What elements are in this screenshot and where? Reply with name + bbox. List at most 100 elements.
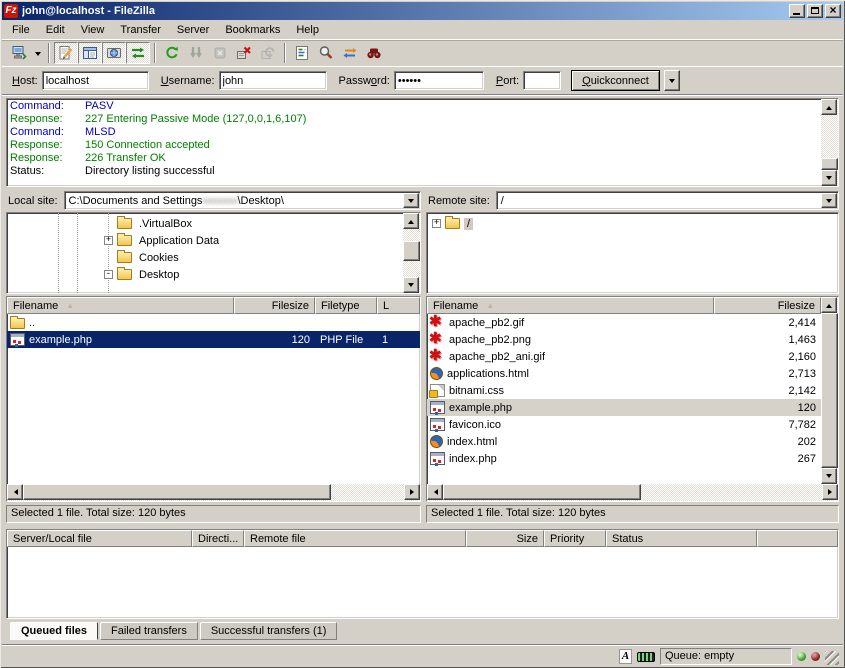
resize-grip[interactable] bbox=[825, 651, 839, 665]
site-manager-button[interactable] bbox=[7, 42, 31, 64]
file-row[interactable]: index.php 267 bbox=[427, 450, 821, 467]
scroll-down-button[interactable] bbox=[821, 468, 837, 484]
menu-item[interactable]: View bbox=[73, 22, 113, 38]
scroll-up-button[interactable] bbox=[821, 99, 837, 115]
toggle-message-log-button[interactable] bbox=[54, 42, 78, 64]
column-header-filesize[interactable]: Filesize bbox=[714, 297, 821, 314]
toggle-local-tree-button[interactable] bbox=[78, 42, 102, 64]
file-row[interactable]: .. bbox=[7, 314, 420, 331]
menu-item[interactable]: Transfer bbox=[112, 22, 169, 38]
refresh-button[interactable] bbox=[160, 42, 184, 64]
log-scrollbar[interactable] bbox=[821, 99, 838, 186]
tree-item[interactable]: + / bbox=[427, 215, 838, 232]
tree-item[interactable]: + Application Data bbox=[7, 232, 403, 249]
reconnect-button[interactable] bbox=[256, 42, 280, 64]
file-row[interactable]: example.php 120 bbox=[427, 399, 821, 416]
column-header-filesize[interactable]: Filesize bbox=[234, 297, 315, 314]
scroll-right-button[interactable] bbox=[404, 484, 420, 500]
find-files-button[interactable] bbox=[362, 42, 386, 64]
remote-list-header: Filename Filesize bbox=[427, 297, 821, 314]
directory-comparison-button[interactable] bbox=[314, 42, 338, 64]
scroll-down-button[interactable] bbox=[403, 277, 419, 293]
process-queue-button[interactable] bbox=[184, 42, 208, 64]
quickconnect-dropdown-button[interactable] bbox=[664, 70, 680, 91]
column-header-priority[interactable]: Priority bbox=[544, 530, 606, 547]
scroll-left-button[interactable] bbox=[7, 484, 23, 500]
minimize-button[interactable] bbox=[789, 4, 805, 18]
directory-listing-filters-button[interactable] bbox=[290, 42, 314, 64]
username-input[interactable] bbox=[219, 71, 327, 90]
toggle-transfer-queue-button[interactable] bbox=[126, 42, 150, 64]
quickconnect-button[interactable]: Quickconnect bbox=[571, 70, 660, 91]
file-type-icon bbox=[10, 333, 25, 346]
queue-tab[interactable]: Failed transfers bbox=[100, 622, 198, 640]
tree-expander[interactable]: + bbox=[432, 219, 441, 228]
tree-item[interactable]: .VirtualBox bbox=[7, 215, 403, 232]
scroll-right-button[interactable] bbox=[822, 484, 838, 500]
site-manager-dropdown-button[interactable] bbox=[31, 42, 44, 64]
folder-icon bbox=[117, 218, 132, 229]
synchronized-browsing-button[interactable] bbox=[338, 42, 362, 64]
local-list-hscrollbar[interactable] bbox=[7, 484, 420, 501]
sort-ascending-icon bbox=[486, 301, 494, 310]
file-row[interactable]: example.php 120 PHP File 1 bbox=[7, 331, 420, 348]
local-tree-scrollbar[interactable] bbox=[403, 213, 420, 293]
remote-list-vscrollbar[interactable] bbox=[821, 297, 838, 484]
file-row[interactable]: index.html 202 bbox=[427, 433, 821, 450]
column-header-last-modified[interactable]: L bbox=[377, 297, 420, 314]
tree-item[interactable]: Cookies bbox=[7, 249, 403, 266]
scrollbar-thumb[interactable] bbox=[443, 484, 641, 500]
local-path-dropdown-button[interactable] bbox=[403, 193, 419, 208]
local-path-combobox[interactable]: C:\Documents and Settingsxxxxxxx\Desktop… bbox=[64, 191, 421, 210]
tree-expander[interactable]: - bbox=[104, 270, 113, 279]
port-input[interactable] bbox=[523, 71, 561, 90]
file-row[interactable]: applications.html 2,713 bbox=[427, 365, 821, 382]
menu-item[interactable]: File bbox=[4, 22, 38, 38]
disconnect-button[interactable] bbox=[232, 42, 256, 64]
remote-selection-status: Selected 1 file. Total size: 120 bytes bbox=[426, 505, 839, 523]
scrollbar-thumb[interactable] bbox=[821, 158, 838, 170]
remote-list-hscrollbar[interactable] bbox=[427, 484, 838, 501]
column-header-filename[interactable]: Filename bbox=[7, 297, 234, 314]
column-header-remote-file[interactable]: Remote file bbox=[244, 530, 466, 547]
column-header-filename[interactable]: Filename bbox=[427, 297, 714, 314]
close-button[interactable] bbox=[825, 4, 841, 18]
scroll-up-button[interactable] bbox=[821, 297, 837, 313]
cancel-operation-button[interactable] bbox=[208, 42, 232, 64]
column-header-filetype[interactable]: Filetype bbox=[315, 297, 377, 314]
scroll-up-button[interactable] bbox=[403, 213, 419, 229]
menu-item[interactable]: Server bbox=[169, 22, 217, 38]
message-log-icon bbox=[58, 45, 74, 61]
menu-item[interactable]: Bookmarks bbox=[217, 22, 288, 38]
column-header-status[interactable]: Status bbox=[606, 530, 757, 547]
column-header-direction[interactable]: Directi... bbox=[192, 530, 244, 547]
scrollbar-thumb[interactable] bbox=[403, 241, 420, 261]
password-input[interactable] bbox=[394, 71, 484, 90]
column-header-server-local-file[interactable]: Server/Local file bbox=[7, 530, 192, 547]
host-input[interactable] bbox=[42, 71, 149, 90]
menu-item[interactable]: Help bbox=[288, 22, 327, 38]
scroll-down-button[interactable] bbox=[821, 170, 837, 186]
file-row[interactable]: apache_pb2.gif 2,414 bbox=[427, 314, 821, 331]
remote-path-combobox[interactable]: / bbox=[496, 191, 839, 210]
file-row[interactable]: favicon.ico 7,782 bbox=[427, 416, 821, 433]
remote-path-value: / bbox=[497, 195, 821, 207]
maximize-button[interactable] bbox=[807, 4, 823, 18]
file-row[interactable]: apache_pb2_ani.gif 2,160 bbox=[427, 348, 821, 365]
file-row[interactable]: bitnami.css 2,142 bbox=[427, 382, 821, 399]
toggle-remote-tree-button[interactable] bbox=[102, 42, 126, 64]
remote-path-dropdown-button[interactable] bbox=[821, 193, 837, 208]
scrollbar-thumb[interactable] bbox=[821, 313, 838, 468]
tree-expander[interactable]: + bbox=[104, 236, 113, 245]
queue-tab[interactable]: Successful transfers (1) bbox=[200, 622, 338, 640]
tree-item[interactable]: - Desktop bbox=[7, 266, 403, 283]
scroll-left-button[interactable] bbox=[427, 484, 443, 500]
file-row[interactable]: apache_pb2.png 1,463 bbox=[427, 331, 821, 348]
toolbar-separator bbox=[154, 43, 156, 63]
scrollbar-thumb[interactable] bbox=[23, 484, 331, 500]
local-files-pane: Filename Filesize Filetype L .. example.… bbox=[6, 296, 421, 523]
menu-item[interactable]: Edit bbox=[38, 22, 73, 38]
queue-tab[interactable]: Queued files bbox=[10, 622, 98, 640]
tree-item-label: .VirtualBox bbox=[136, 218, 195, 230]
column-header-size[interactable]: Size bbox=[466, 530, 544, 547]
